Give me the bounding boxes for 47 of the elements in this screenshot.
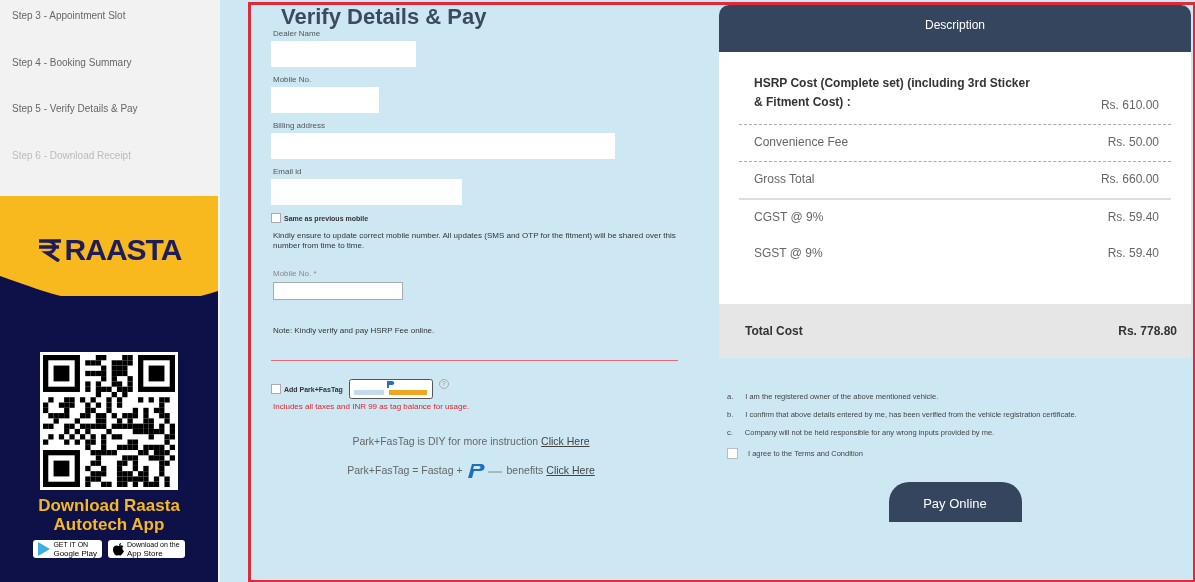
field-label: Mobile No. [273, 75, 313, 84]
cost-label: CGST @ 9% [754, 210, 824, 224]
cost-amount: Rs. 50.00 [1107, 135, 1159, 149]
total-amount: Rs. 778.80 [1118, 324, 1177, 338]
warning-text: Includes all taxes and INR 99 as tag balance for usage. [273, 402, 471, 411]
cost-label: Gross Total [754, 172, 815, 186]
fee-note: Note: Kindly verify and pay HSRP Fee online. [273, 326, 436, 336]
input-field[interactable] [271, 133, 615, 159]
cost-amount: Rs. 660.00 [1100, 172, 1159, 186]
rupee-logo-icon [36, 238, 63, 262]
play-store-icon [38, 542, 51, 556]
total-label: Total Cost [745, 324, 803, 338]
cost-label: Convenience Fee [754, 135, 849, 149]
brand-logo-text: RAASTA [64, 233, 182, 267]
card-header: Description [719, 5, 1191, 52]
qr-code-icon [43, 355, 175, 487]
click-here-link[interactable]: Click Here [546, 464, 595, 476]
apple-icon [113, 542, 124, 556]
click-here-link[interactable]: Click Here [541, 435, 590, 447]
pay-online-button[interactable]: Pay Online [888, 482, 1022, 522]
benefit-text: benefits [506, 464, 544, 476]
step-link[interactable]: Step 4 - Booking Summary [12, 56, 220, 103]
field-label: Dealer Name [273, 29, 322, 38]
tag-logo-icon [348, 379, 433, 399]
step-link[interactable]: Step 5 - Verify Details & Pay [12, 103, 220, 150]
field-label: Mobile No. * [273, 269, 318, 278]
field-label: Email id [273, 167, 303, 176]
cost-amount: Rs. 59.40 [1107, 246, 1159, 260]
promo-headline: Download Raasta Autotech App [37, 496, 181, 534]
checkbox[interactable] [727, 448, 738, 459]
diy-text: Park+FasTag is DIY for more instruction [352, 435, 539, 447]
input-field[interactable] [271, 87, 379, 113]
cost-label: HSRP Cost (Complete set) (including 3rd Sticker & Fitment Cost) : [754, 75, 1031, 111]
step-link[interactable]: Step 3 - Appointment Slot [12, 10, 220, 57]
input-field[interactable] [271, 41, 416, 67]
field-label: Billing address [273, 121, 327, 130]
page-title: Verify Details & Pay [281, 5, 488, 29]
input-field[interactable] [273, 282, 403, 300]
checkbox[interactable] [271, 213, 281, 223]
mobile-note: Kindly ensure to update correct mobile number. All updates (SMS and OTP for the fitment) will be shared over this number from time to time. [273, 231, 677, 251]
cost-amount: Rs. 610.00 [1100, 98, 1159, 112]
input-field[interactable] [271, 179, 462, 205]
cost-label: SGST @ 9% [754, 246, 823, 260]
cost-amount: Rs. 59.40 [1107, 210, 1159, 224]
benefit-text: Park+FasTag = Fastag + [347, 464, 463, 476]
checkbox[interactable] [271, 384, 281, 394]
p-logo-icon [465, 461, 504, 479]
